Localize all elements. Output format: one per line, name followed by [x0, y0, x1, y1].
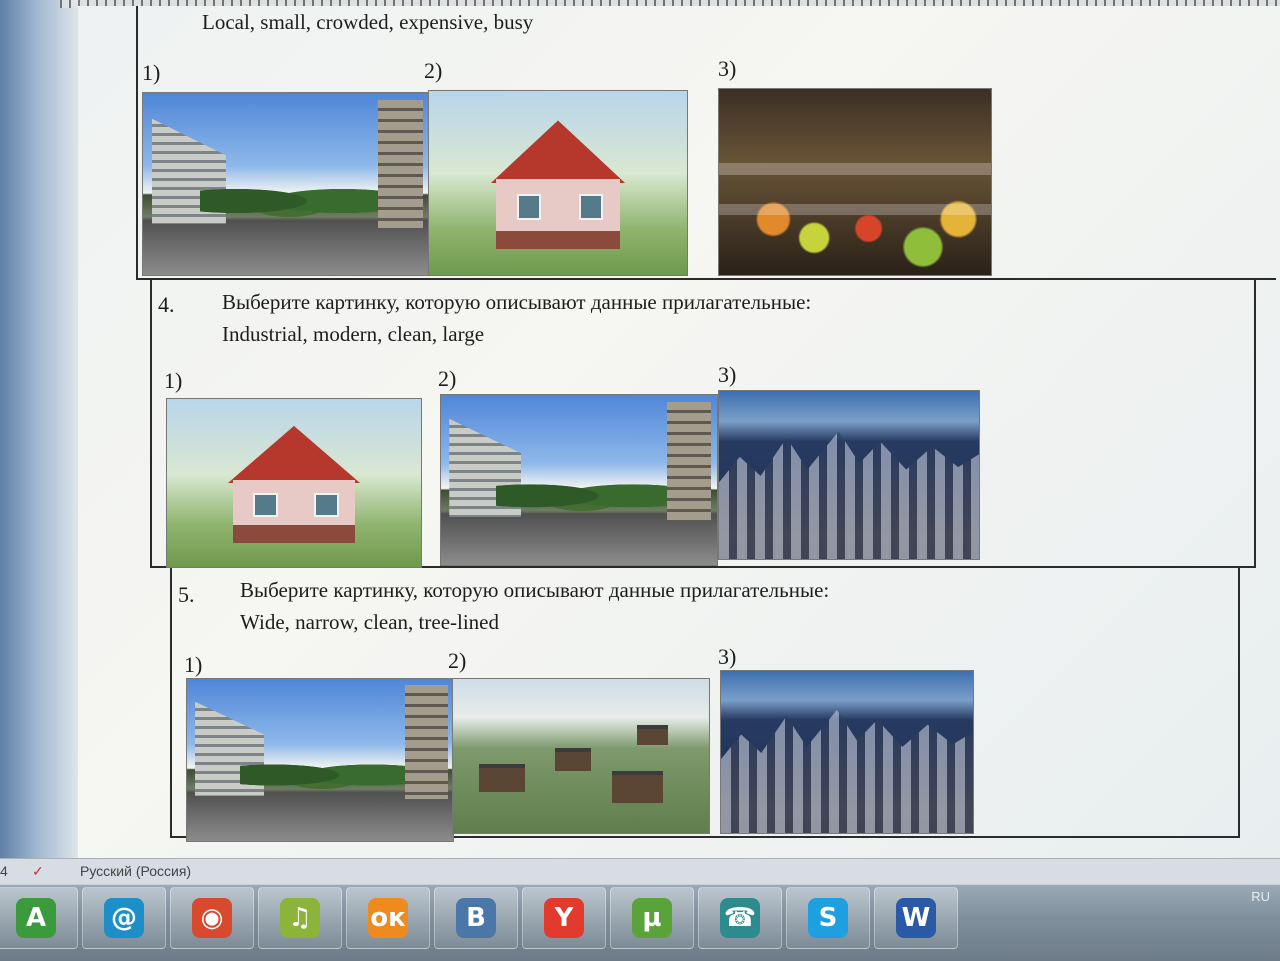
section5-adjectives: Wide, narrow, clean, tree-lined [240, 610, 499, 634]
taskbar-button[interactable]: @ [82, 887, 166, 949]
trees [240, 753, 406, 790]
status-bar: 4 ✓ Русский (Россия) [0, 858, 1280, 885]
section5-option-2-label: 2) [448, 648, 467, 673]
section3-photo-street[interactable] [142, 92, 430, 276]
market-shelf [719, 163, 991, 175]
house-roof [490, 120, 626, 183]
word-icon: W [896, 898, 936, 938]
section4-photo-street[interactable] [440, 394, 718, 566]
section4-number: 4. [158, 292, 175, 317]
yandex-browser-icon: Y [544, 898, 584, 938]
section3-photo-market[interactable] [718, 88, 992, 276]
table-border-left-2 [150, 278, 152, 568]
taskbar-button[interactable]: B [434, 887, 518, 949]
taskbar-button[interactable]: W [874, 887, 958, 949]
trees [496, 473, 668, 511]
skyscrapers [721, 709, 973, 833]
section5-instruction: Выберите картинку, которую описывают дан… [240, 578, 830, 602]
system-tray: RU [1251, 889, 1270, 909]
taskbar-button[interactable]: ☎ [698, 887, 782, 949]
taskbar-button[interactable]: µ [610, 887, 694, 949]
section5-option-1-label: 1) [184, 652, 203, 677]
section4-option-1-label: 1) [164, 368, 183, 393]
building-right [377, 100, 424, 228]
section4-photo-city[interactable] [718, 390, 980, 560]
section5-number: 5. [178, 582, 195, 607]
section5-option-3-label: 3) [718, 644, 737, 669]
spellcheck-icon[interactable]: ✓ [32, 863, 54, 879]
table-border-row-1 [136, 278, 1276, 280]
language-indicator[interactable]: Русский (Россия) [80, 863, 191, 879]
village-house [611, 771, 663, 804]
music-icon: ♫ [280, 898, 320, 938]
taskbar-button[interactable]: A [0, 887, 78, 949]
house-window [578, 194, 604, 221]
vk-icon: B [456, 898, 496, 938]
section4-option-3-label: 3) [718, 362, 737, 387]
chrome-icon: ◉ [192, 898, 232, 938]
section4-instruction: Выберите картинку, которую описывают дан… [222, 290, 812, 314]
section5-photo-street[interactable] [186, 678, 454, 842]
house-window [253, 493, 278, 518]
page-number: 4 [0, 863, 8, 879]
house-roof [227, 425, 361, 483]
section3-option-2-label: 2) [424, 58, 443, 83]
building-right [667, 401, 712, 521]
market-shelf [719, 204, 991, 216]
section4-option-2-label: 2) [438, 366, 457, 391]
skyscrapers [719, 431, 979, 559]
taskbar-button[interactable]: S [786, 887, 870, 949]
section4-photo-house[interactable] [166, 398, 422, 568]
table-border-right-3 [1238, 568, 1240, 838]
village-house [478, 763, 525, 793]
section3-photo-house[interactable] [428, 90, 688, 276]
house-window [516, 194, 542, 221]
building-right [405, 685, 448, 799]
table-border-left-3 [170, 568, 172, 838]
taskbar-button[interactable]: ♫ [258, 887, 342, 949]
section3-option-1-label: 1) [142, 60, 161, 85]
table-border-left-1 [136, 6, 138, 278]
desktop-background [0, 0, 80, 860]
skype-icon: S [808, 898, 848, 938]
phone-icon: ☎ [720, 898, 760, 938]
trees [200, 176, 378, 217]
taskbar-button[interactable]: ◉ [170, 887, 254, 949]
section5-photo-village[interactable] [452, 678, 710, 834]
mail-icon: @ [104, 898, 144, 938]
section5-photo-city[interactable] [720, 670, 974, 834]
village-house [555, 748, 592, 771]
section4-adjectives: Industrial, modern, clean, large [222, 322, 485, 346]
tray-language[interactable]: RU [1251, 889, 1270, 904]
utorrent-icon: µ [632, 898, 672, 938]
taskbar: A @ ◉ ♫ ок B Yµ ☎ S W RU [0, 884, 1280, 961]
house-window [314, 493, 339, 518]
taskbar-button[interactable]: Y [522, 887, 606, 949]
taskbar-button[interactable]: ок [346, 887, 430, 949]
village-house [637, 725, 669, 745]
odnoklassniki-icon: ок [368, 898, 408, 938]
section3-adjectives: Local, small, crowded, expensive, busy [202, 10, 534, 34]
document-page: Local, small, crowded, expensive, busy 1… [78, 6, 1280, 858]
section3-option-3-label: 3) [718, 56, 737, 81]
table-border-right-2 [1254, 278, 1256, 568]
a-app-icon: A [16, 898, 56, 938]
